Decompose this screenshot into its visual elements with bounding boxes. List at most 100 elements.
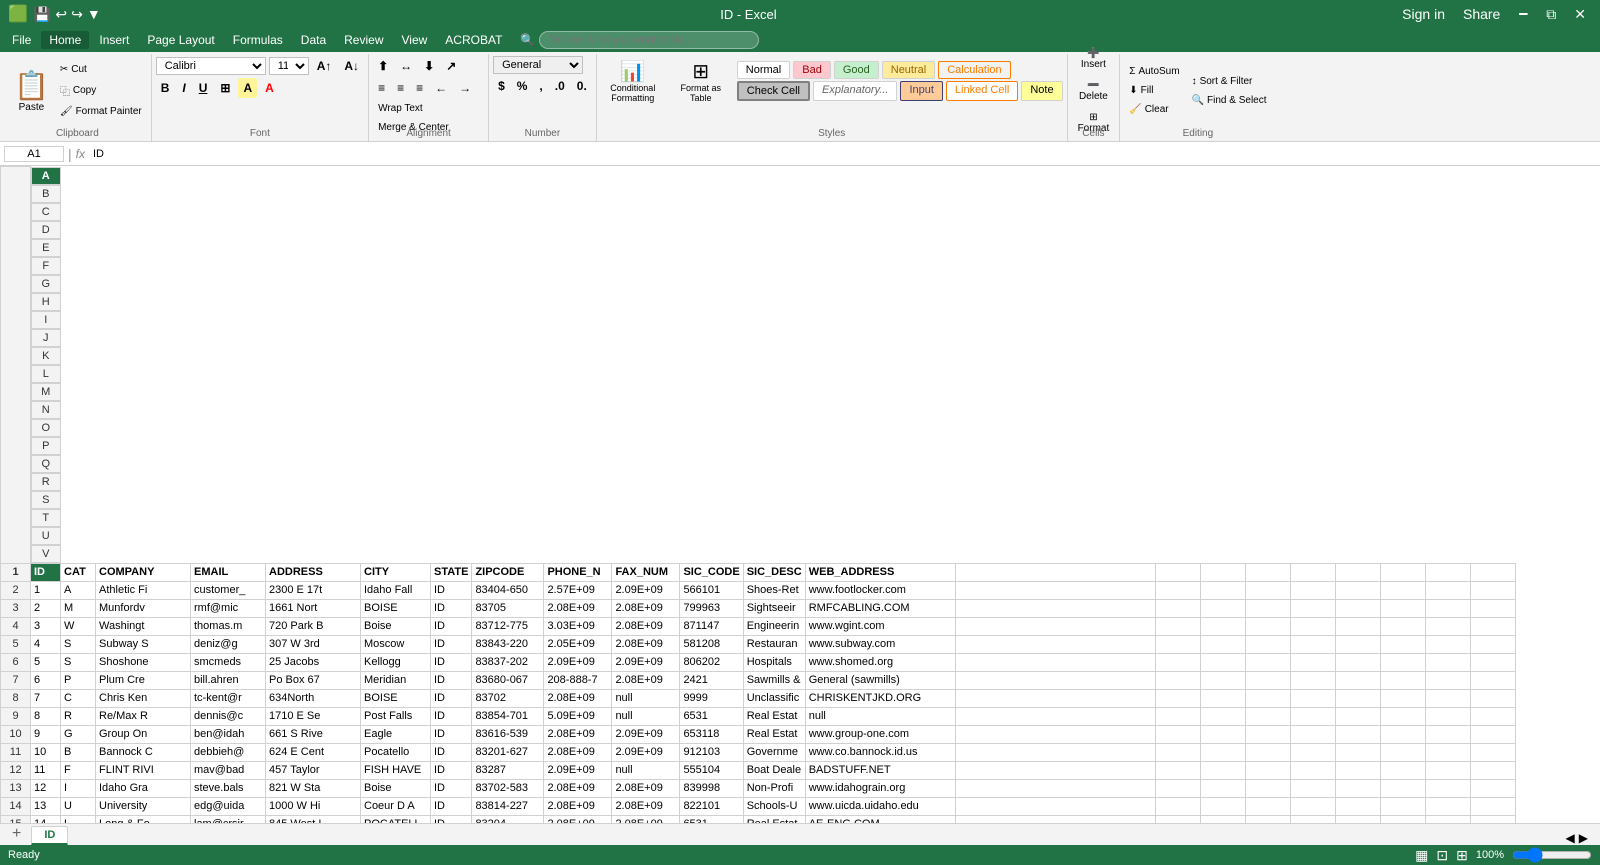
table-cell[interactable]: AE-ENG.COM [805, 815, 955, 823]
table-cell[interactable]: 83843-220 [472, 635, 544, 653]
table-cell[interactable]: Long & Fo [96, 815, 191, 823]
table-cell[interactable]: 2300 E 17t [266, 581, 361, 599]
table-cell[interactable]: 2.08E+09 [612, 815, 680, 823]
table-cell[interactable]: 2.08E+09 [544, 815, 612, 823]
empty-cell[interactable] [955, 599, 1155, 617]
cell-t1[interactable] [1380, 563, 1425, 581]
empty-cell[interactable] [1470, 815, 1515, 823]
table-cell[interactable]: 2.08E+09 [612, 599, 680, 617]
empty-cell[interactable] [1245, 725, 1290, 743]
row-num-10[interactable]: 10 [1, 725, 31, 743]
cut-button[interactable]: ✂Cut [55, 61, 147, 78]
style-good-button[interactable]: Good [834, 61, 879, 79]
style-note-button[interactable]: Note [1021, 81, 1062, 101]
cell-u1[interactable] [1425, 563, 1470, 581]
cell-a1[interactable]: ID [31, 563, 61, 581]
empty-cell[interactable] [1335, 725, 1380, 743]
table-cell[interactable]: 6531 [680, 707, 743, 725]
style-check-cell-button[interactable]: Check Cell [737, 81, 810, 101]
table-cell[interactable]: Boat Deale [743, 761, 805, 779]
redo-button[interactable]: ↪ [71, 6, 83, 23]
delete-button[interactable]: ➖ Delete [1073, 76, 1114, 106]
table-cell[interactable]: 7 [31, 689, 61, 707]
table-cell[interactable]: 2.08E+09 [544, 599, 612, 617]
cell-v1[interactable] [1470, 563, 1515, 581]
table-cell[interactable]: 720 Park B [266, 617, 361, 635]
normal-view-button[interactable]: ▦ [1415, 847, 1428, 864]
table-cell[interactable]: 845 West I [266, 815, 361, 823]
empty-cell[interactable] [955, 725, 1155, 743]
empty-cell[interactable] [1200, 779, 1245, 797]
table-cell[interactable]: G [61, 725, 96, 743]
table-cell[interactable]: www.group-one.com [805, 725, 955, 743]
col-header-r[interactable]: R [31, 473, 61, 491]
table-cell[interactable]: 4 [31, 635, 61, 653]
find-select-button[interactable]: 🔍 Find & Select [1187, 92, 1272, 109]
table-cell[interactable]: dennis@c [191, 707, 266, 725]
table-cell[interactable]: Bannock C [96, 743, 191, 761]
table-cell[interactable]: Sightseeir [743, 599, 805, 617]
table-cell[interactable]: ID [431, 743, 472, 761]
align-right-button[interactable]: ≡ [411, 78, 428, 98]
fill-color-button[interactable]: A [238, 78, 257, 98]
table-cell[interactable]: I [61, 779, 96, 797]
row-num-5[interactable]: 5 [1, 635, 31, 653]
table-cell[interactable]: Engineerin [743, 617, 805, 635]
empty-cell[interactable] [1380, 581, 1425, 599]
table-cell[interactable]: 10 [31, 743, 61, 761]
table-cell[interactable]: General (sawmills) [805, 671, 955, 689]
col-header-s[interactable]: S [31, 491, 61, 509]
empty-cell[interactable] [1470, 617, 1515, 635]
empty-cell[interactable] [1470, 725, 1515, 743]
empty-cell[interactable] [1245, 707, 1290, 725]
formula-input[interactable] [89, 147, 1596, 161]
table-cell[interactable]: 2.09E+09 [612, 725, 680, 743]
table-cell[interactable]: BOISE [361, 599, 431, 617]
empty-cell[interactable] [1335, 797, 1380, 815]
table-cell[interactable]: Non-Profi [743, 779, 805, 797]
empty-cell[interactable] [1200, 689, 1245, 707]
align-center-button[interactable]: ≡ [392, 78, 409, 98]
menu-data[interactable]: Data [293, 31, 334, 49]
menu-formulas[interactable]: Formulas [225, 31, 291, 49]
table-cell[interactable]: F [61, 761, 96, 779]
table-cell[interactable]: 83616-539 [472, 725, 544, 743]
table-cell[interactable]: Restauran [743, 635, 805, 653]
empty-cell[interactable] [1245, 689, 1290, 707]
row-num-4[interactable]: 4 [1, 617, 31, 635]
empty-cell[interactable] [1335, 581, 1380, 599]
table-cell[interactable]: Idaho Fall [361, 581, 431, 599]
table-cell[interactable]: RMFCABLING.COM [805, 599, 955, 617]
italic-button[interactable]: I [177, 78, 190, 98]
col-header-v[interactable]: V [31, 545, 61, 563]
empty-cell[interactable] [955, 779, 1155, 797]
col-header-b[interactable]: B [31, 185, 61, 203]
empty-cell[interactable] [1155, 581, 1200, 599]
table-cell[interactable]: www.wgint.com [805, 617, 955, 635]
align-left-button[interactable]: ≡ [373, 78, 390, 98]
empty-cell[interactable] [955, 581, 1155, 599]
table-cell[interactable]: Shoshone [96, 653, 191, 671]
table-cell[interactable]: 11 [31, 761, 61, 779]
empty-cell[interactable] [1380, 797, 1425, 815]
col-header-m[interactable]: M [31, 383, 61, 401]
table-cell[interactable]: ID [431, 815, 472, 823]
name-box[interactable] [4, 146, 64, 162]
decrease-indent-button[interactable]: ← [430, 78, 452, 98]
empty-cell[interactable] [1380, 743, 1425, 761]
empty-cell[interactable] [1200, 653, 1245, 671]
empty-cell[interactable] [1245, 761, 1290, 779]
table-cell[interactable]: S [61, 635, 96, 653]
table-cell[interactable]: rmf@mic [191, 599, 266, 617]
empty-cell[interactable] [1200, 599, 1245, 617]
table-cell[interactable]: W [61, 617, 96, 635]
col-header-p[interactable]: P [31, 437, 61, 455]
empty-cell[interactable] [1425, 671, 1470, 689]
empty-cell[interactable] [1335, 689, 1380, 707]
empty-cell[interactable] [1335, 671, 1380, 689]
sort-filter-button[interactable]: ↕ Sort & Filter [1187, 73, 1272, 90]
table-cell[interactable]: 3.03E+09 [544, 617, 612, 635]
empty-cell[interactable] [1245, 617, 1290, 635]
col-header-l[interactable]: L [31, 365, 61, 383]
table-cell[interactable]: 83705 [472, 599, 544, 617]
